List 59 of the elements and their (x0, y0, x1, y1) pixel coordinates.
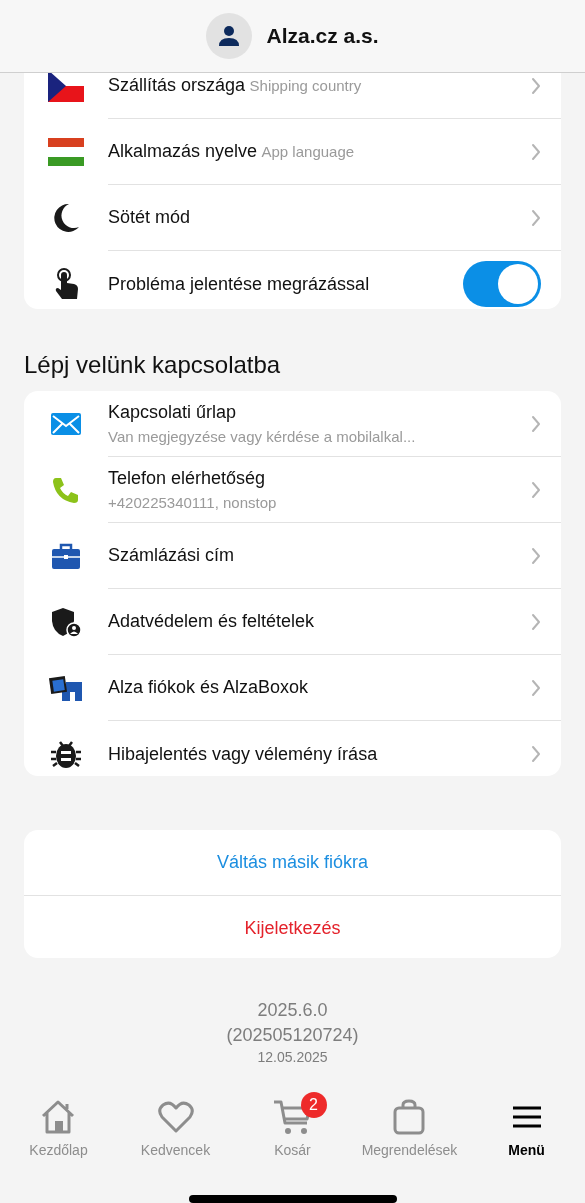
contact-item[interactable]: Adatvédelem és feltételek (24, 589, 561, 656)
item-label: Kapcsolati űrlap (108, 401, 238, 425)
contact-item[interactable]: Hibajelentés vagy vélemény írása (24, 721, 561, 776)
switch-account-button[interactable]: Váltás másik fiókra (24, 829, 561, 896)
item-label: Hibajelentés vagy vélemény írása (108, 742, 379, 766)
avatar[interactable] (206, 13, 253, 59)
item-label: Alza fiókok és AlzaBoxok (108, 676, 310, 700)
section-title: Lépj velünk kapcsolatba (24, 350, 282, 381)
settings-item[interactable]: Sötét mód (24, 185, 561, 251)
heart-icon (157, 1101, 194, 1133)
store-box-icon (49, 674, 83, 703)
chevron-icon (531, 612, 541, 631)
item-hint: App language (261, 143, 355, 160)
item-label: Telefon elérhetőség (108, 467, 267, 491)
settings-item[interactable]: Szállítás országa Shipping country (24, 73, 561, 119)
briefcase-icon (52, 543, 80, 570)
contact-item[interactable]: Számlázási cím (24, 523, 561, 590)
shield-user-icon (51, 607, 81, 638)
item-label: Sötét mód (108, 207, 191, 227)
chevron-icon (531, 414, 541, 433)
envelope-icon (51, 413, 81, 436)
cart-count-badge: 2 (300, 1092, 327, 1118)
item-hint: Shipping country (249, 77, 362, 94)
item-label: Adatvédelem és feltételek (108, 610, 316, 634)
account-name: Alza.cz a.s. (266, 23, 379, 50)
build-date: 12.05.2025 (257, 1048, 328, 1068)
bug-icon (51, 739, 81, 770)
item-label: Alkalmazás nyelve (108, 141, 258, 161)
chevron-icon (531, 678, 541, 697)
phone-icon (52, 476, 80, 505)
chevron-icon (531, 142, 541, 161)
settings-item[interactable]: Alkalmazás nyelve App language (24, 119, 561, 185)
toggle-switch[interactable] (463, 261, 541, 307)
menu-icon (511, 1105, 542, 1129)
flag-icon (48, 73, 84, 102)
chevron-icon (531, 745, 541, 764)
chevron-icon (531, 480, 541, 499)
logout-button[interactable]: Kijeletkezés (24, 895, 561, 959)
flag-icon (48, 138, 84, 166)
item-subtitle: Van megjegyzése vagy kérdése a mobilalkal... (108, 427, 417, 448)
chevron-icon (531, 546, 541, 565)
item-label: Számlázási cím (108, 544, 236, 568)
contact-item[interactable]: Kapcsolati űrlap Van megjegyzése vagy kérdése a mobilalkal... (24, 391, 561, 458)
item-subtitle: +420225340111, nonstop (108, 493, 278, 514)
hand-pointer-icon (53, 268, 79, 300)
tab-item[interactable]: Menü (508, 1098, 545, 1161)
moon-icon (52, 203, 80, 233)
shopping-bag-icon (393, 1099, 426, 1135)
chevron-icon (531, 76, 541, 95)
home-icon (40, 1099, 77, 1135)
item-label: Probléma jelentése megrázással (108, 273, 370, 294)
setting-row[interactable]: Probléma jelentése megrázással (24, 251, 561, 310)
item-label: Szállítás országa (108, 75, 246, 95)
contact-item[interactable]: Telefon elérhetőség +420225340111, nonstop (24, 457, 561, 524)
version-number: 2025.6.0 (257, 999, 328, 1023)
build-number: (202505120724) (226, 1024, 359, 1048)
person-icon (218, 25, 241, 47)
chevron-icon (531, 208, 541, 227)
contact-item[interactable]: Alza fiókok és AlzaBoxok (24, 655, 561, 722)
